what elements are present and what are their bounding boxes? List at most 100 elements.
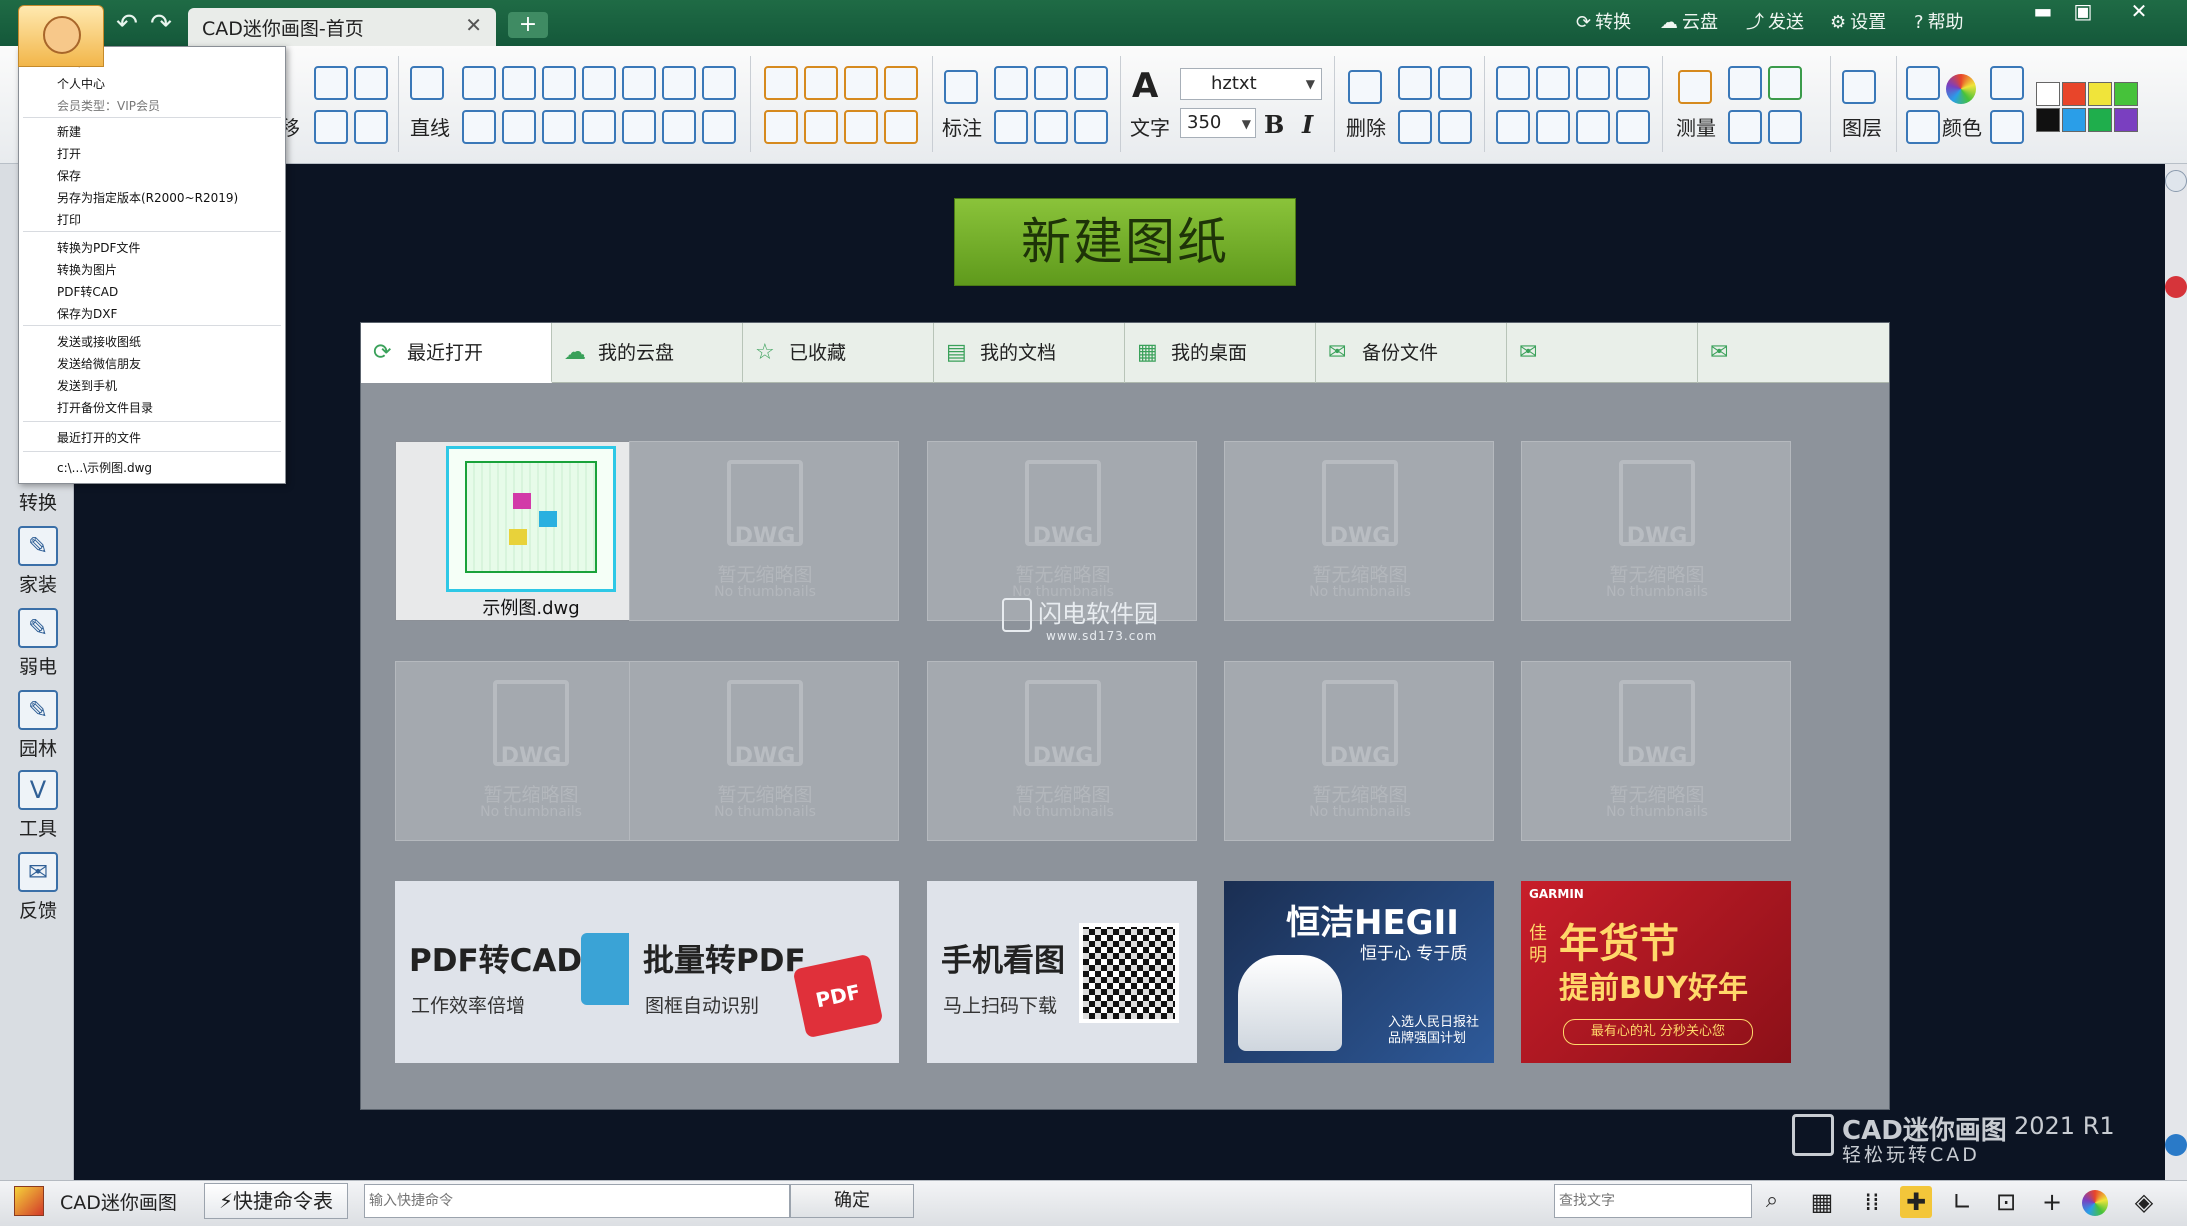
sidebar-item-low-voltage[interactable]: ✎ 弱电 [8, 608, 68, 679]
spline-icon[interactable] [582, 66, 616, 100]
scale-icon[interactable] [1536, 66, 1570, 100]
pen-icon[interactable] [1768, 66, 1802, 100]
color-swatch-red[interactable] [2062, 82, 2086, 106]
extend-icon[interactable] [764, 66, 798, 100]
line-type-icon[interactable] [1906, 110, 1940, 144]
mirror-icon[interactable] [1576, 110, 1610, 144]
line-tool-icon[interactable] [410, 66, 444, 100]
layer-off-icon[interactable] [1990, 66, 2024, 100]
sidebar-item-garden[interactable]: ✎ 园林 [8, 690, 68, 761]
menu-item-pdf-to-cad[interactable]: PDF转CAD [57, 283, 118, 300]
pin-icon[interactable] [2165, 170, 2187, 192]
trim-icon[interactable] [804, 66, 838, 100]
polygon-icon[interactable] [502, 110, 536, 144]
tab-my-desktop[interactable]: ▦ 我的桌面 [1125, 323, 1316, 383]
triangle-icon[interactable] [462, 110, 496, 144]
color-swatch-darkgreen[interactable] [2088, 108, 2112, 132]
aligned-dim-icon[interactable] [994, 66, 1028, 100]
paste-icon[interactable] [1398, 110, 1432, 144]
zoom-in-icon[interactable] [314, 66, 348, 100]
move-icon[interactable] [1496, 66, 1530, 100]
menu-item-to-image[interactable]: 转换为图片 [57, 261, 117, 278]
tab-extra-2[interactable]: ✉ [1698, 323, 1889, 383]
dot-grid-icon[interactable]: ⁞⁞ [1856, 1186, 1888, 1218]
image-icon[interactable] [884, 110, 918, 144]
angular-dim-icon[interactable] [1034, 66, 1068, 100]
new-drawing-button[interactable]: 新建图纸 [954, 198, 1296, 286]
menu-item-open[interactable]: 打开 [57, 145, 81, 162]
bold-button[interactable]: B [1264, 110, 1284, 139]
menu-item-print[interactable]: 打印 [57, 211, 81, 228]
menu-item-new[interactable]: 新建 [57, 123, 81, 140]
cloud-link[interactable]: ☁ 云盘 [1660, 10, 1718, 36]
grid-icon[interactable]: ▦ [1806, 1186, 1838, 1218]
recent-file-thumbnail[interactable]: 示例图.dwg [395, 441, 665, 621]
color-wheel-icon[interactable] [2082, 1190, 2108, 1216]
dim-settings-icon[interactable] [1074, 110, 1108, 144]
export-icon[interactable] [1768, 110, 1802, 144]
zoom-extents-icon[interactable] [354, 110, 388, 144]
help-link[interactable]: ? 帮助 [1914, 10, 1964, 36]
ray-icon[interactable] [702, 110, 736, 144]
convert-link[interactable]: ⟳ 转换 [1576, 10, 1631, 36]
circle-icon[interactable] [622, 66, 656, 100]
array-icon[interactable] [1616, 110, 1650, 144]
font-select[interactable]: hztxt ▼ [1180, 68, 1322, 100]
menu-item-to-pdf[interactable]: 转换为PDF文件 [57, 239, 140, 256]
parallelogram-icon[interactable] [542, 110, 576, 144]
new-tab-button[interactable]: + [508, 12, 548, 38]
color-swatch-blue[interactable] [2062, 108, 2086, 132]
send-link[interactable]: ⤴ 发送 [1746, 10, 1804, 36]
red-marker-icon[interactable] [2165, 276, 2187, 298]
trapezoid-icon[interactable] [622, 110, 656, 144]
italic-button[interactable]: I [1302, 110, 1313, 139]
radius-dim-icon[interactable] [1034, 110, 1068, 144]
layer-icon[interactable] [1842, 70, 1876, 104]
multiline-icon[interactable] [502, 66, 536, 100]
close-window-button[interactable]: ✕ [2116, 0, 2162, 22]
tab-my-documents[interactable]: ▤ 我的文档 [934, 323, 1125, 383]
import-icon[interactable] [1728, 110, 1762, 144]
menu-item-send-phone[interactable]: 发送到手机 [57, 377, 117, 394]
tab-backup-files[interactable]: ✉ 备份文件 [1316, 323, 1507, 383]
menu-item-backup-dir[interactable]: 打开备份文件目录 [57, 399, 153, 416]
sidebar-item-tools[interactable]: V 工具 [8, 770, 68, 841]
layer-toggle-icon[interactable]: ◈ [2128, 1186, 2160, 1218]
ad-hegii[interactable]: 恒洁HEGII 恒于心 专于质 入选人民日报社 品牌强国计划 [1224, 881, 1494, 1063]
zoom-window-icon[interactable] [314, 110, 348, 144]
app-menu-button[interactable] [18, 5, 104, 67]
match-properties-icon[interactable] [1438, 110, 1472, 144]
construction-line-icon[interactable] [542, 66, 576, 100]
color-swatch-yellow[interactable] [2088, 82, 2112, 106]
stretch-icon[interactable] [1496, 110, 1530, 144]
menu-item-save[interactable]: 保存 [57, 167, 81, 184]
color-swatch-white[interactable] [2036, 82, 2060, 106]
cut-icon[interactable] [1438, 66, 1472, 100]
ad-batch-to-pdf[interactable]: 批量转PDF 图框自动识别 PDF [629, 881, 899, 1063]
redo-icon[interactable]: ↷ [146, 10, 176, 38]
command-input[interactable] [364, 1184, 790, 1218]
color-wheel-icon[interactable] [1946, 74, 1976, 104]
snap-icon[interactable]: ✚ [1900, 1186, 1932, 1218]
menu-item-recent-file-path[interactable]: c:\...\示例图.dwg [57, 459, 152, 476]
copy-icon[interactable] [1398, 66, 1432, 100]
ad-garmin[interactable]: GARMIN 年货节 佳 明 提前BUY好年 最有心的礼 分秒关心您 [1521, 881, 1791, 1063]
leader-icon[interactable] [994, 110, 1028, 144]
tab-home[interactable]: CAD迷你画图-首页 ✕ [188, 8, 496, 46]
hatch-icon[interactable] [844, 110, 878, 144]
color-swatch-black[interactable] [2036, 108, 2060, 132]
crosshair-icon[interactable]: + [2036, 1186, 2068, 1218]
continuous-dim-icon[interactable] [1074, 66, 1108, 100]
settings-link[interactable]: ⚙ 设置 [1830, 10, 1886, 36]
tab-close-icon[interactable]: ✕ [465, 13, 482, 37]
polyline-icon[interactable] [462, 66, 496, 100]
offset-icon[interactable] [1616, 66, 1650, 100]
dimension-icon[interactable] [944, 70, 978, 104]
menu-item-account[interactable]: 个人中心 [57, 75, 105, 92]
shortcut-table-button[interactable]: ⚡快捷命令表 [204, 1183, 348, 1219]
sidebar-item-feedback[interactable]: ✉ 反馈 [8, 852, 68, 923]
measure-icon[interactable] [1678, 70, 1712, 104]
line-weight-icon[interactable] [1906, 66, 1940, 100]
sidebar-item-home-decor[interactable]: ✎ 家装 [8, 526, 68, 597]
color-swatch-green[interactable] [2114, 82, 2138, 106]
